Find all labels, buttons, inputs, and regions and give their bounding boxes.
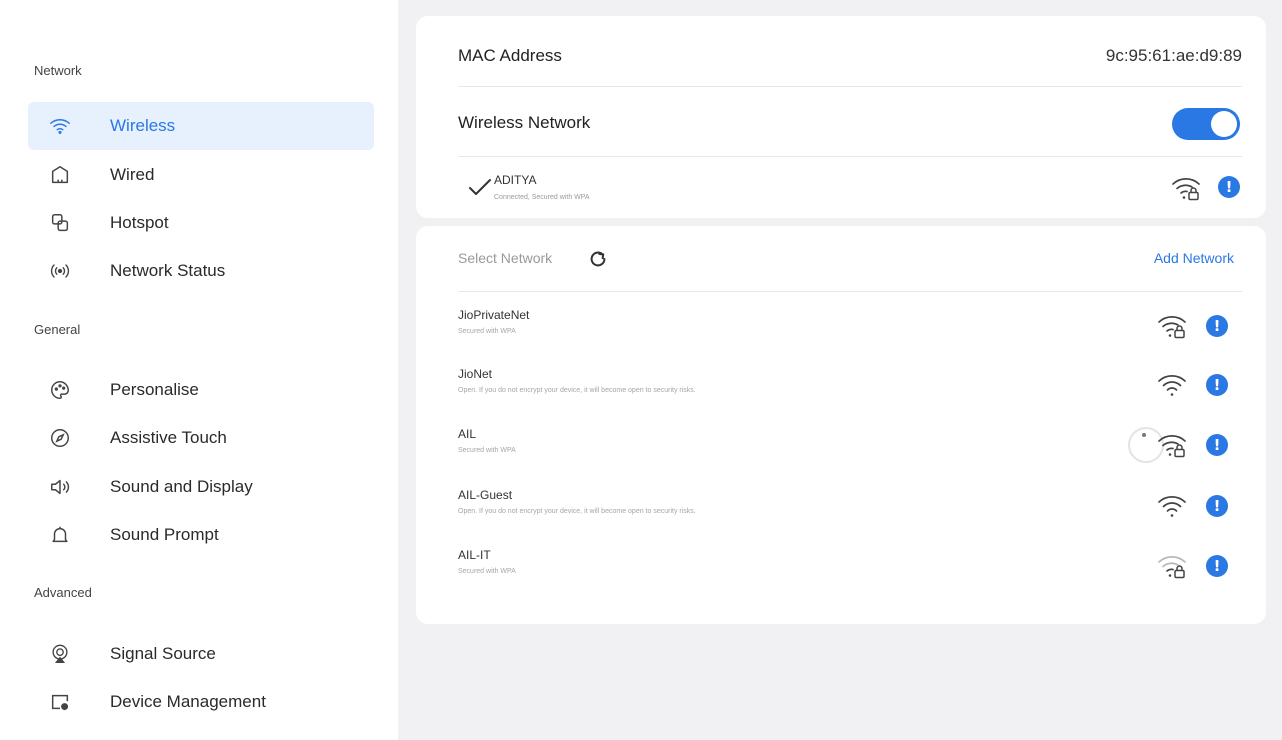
device-management-icon [48,690,72,714]
wireless-network-toggle[interactable] [1172,108,1240,140]
sidebar-item-label: Signal Source [110,644,216,663]
sidebar-item-wireless[interactable]: Wireless [28,102,374,150]
sidebar-item-label: Device Management [110,692,266,711]
select-network-label: Select Network [458,250,553,266]
speaker-icon [48,475,72,499]
section-title-general: General [34,322,81,337]
sidebar-item-label: Sound Prompt [110,525,219,544]
sidebar-item-label: Hotspot [110,213,169,232]
sidebar-item-sound-and-display[interactable]: Sound and Display [28,463,374,511]
sidebar-item-label: Wired [110,165,155,184]
network-row-jioprivatenet[interactable]: JioPrivateNet Secured with WPA ! [416,298,1266,358]
sidebar-item-label: Sound and Display [110,477,253,496]
compass-icon [48,426,72,450]
network-name: AIL [458,427,477,441]
sidebar-item-personalise[interactable]: Personalise [28,366,374,414]
network-row-ail[interactable]: AIL Secured with WPA ! [416,417,1266,477]
wifi-open-icon [1158,496,1186,517]
wireless-network-label: Wireless Network [458,113,591,132]
signal-source-icon [48,642,72,666]
sidebar-item-network-status[interactable]: Network Status [28,247,374,295]
wifi-icon [48,114,72,138]
section-title-network: Network [34,63,82,78]
connected-network-name: ADITYA [494,173,537,187]
sidebar-item-label: Network Status [110,261,226,280]
add-network-button[interactable]: Add Network [1154,250,1234,266]
sidebar-item-label: Personalise [110,380,199,399]
network-security: Open. If you do not encrypt your device,… [458,508,696,515]
network-info-button[interactable]: ! [1206,374,1228,396]
select-network-card: Select Network Add Network JioPrivateNet… [416,226,1266,624]
sidebar-item-sound-prompt[interactable]: Sound Prompt [28,511,374,559]
wifi-secured-icon [1172,178,1200,201]
wifi-secured-icon [1158,316,1186,339]
sidebar-item-label: Wireless [110,116,176,135]
connected-network-status: Connected, Secured with WPA [494,194,590,201]
network-security: Secured with WPA [458,568,516,575]
sidebar-item-signal-source[interactable]: Signal Source [28,630,374,678]
mac-address-label: MAC Address [458,46,562,65]
network-name: AIL-Guest [458,488,513,502]
sidebar-item-label: Assistive Touch [110,428,227,447]
network-row-jionet[interactable]: JioNet Open. If you do not encrypt your … [416,357,1266,417]
sidebar-item-device-management[interactable]: Device Management [28,678,374,726]
broadcast-icon [48,259,72,283]
wifi-open-icon [1158,375,1186,396]
sidebar-item-hotspot[interactable]: Hotspot [28,199,374,247]
network-name: AIL-IT [458,548,491,562]
toggle-knob [1211,111,1237,137]
wireless-status-card: MAC Address 9c:95:61:ae:d9:89 Wireless N… [416,16,1266,218]
wifi-secured-icon [1158,435,1186,458]
connected-network-info-button[interactable]: ! [1218,176,1240,198]
palette-icon [48,378,72,402]
home-icon [48,163,72,187]
bell-icon [48,523,72,547]
network-row-ail-guest[interactable]: AIL-Guest Open. If you do not encrypt yo… [416,478,1266,538]
refresh-icon[interactable] [587,248,609,270]
network-info-button[interactable]: ! [1206,315,1228,337]
sidebar-item-assistive-touch[interactable]: Assistive Touch [28,414,374,462]
check-icon [469,179,491,195]
network-info-button[interactable]: ! [1206,555,1228,577]
hotspot-icon [48,211,72,235]
network-security: Secured with WPA [458,328,516,335]
network-info-button[interactable]: ! [1206,434,1228,456]
network-name: JioNet [458,367,493,381]
section-title-advanced: Advanced [34,585,92,600]
network-row-ail-it[interactable]: AIL-IT Secured with WPA ! [416,538,1266,598]
network-security: Open. If you do not encrypt your device,… [458,387,696,394]
network-security: Secured with WPA [458,447,516,454]
wifi-weak-secured-icon [1158,556,1186,579]
mac-address-value: 9c:95:61:ae:d9:89 [1105,46,1242,65]
divider [458,156,1242,157]
network-info-button[interactable]: ! [1206,495,1228,517]
network-name: JioPrivateNet [458,308,530,322]
sidebar: Network Wireless Wired Hotspot Network S… [0,0,398,740]
sidebar-item-wired[interactable]: Wired [28,151,374,199]
divider [458,86,1242,87]
divider [458,291,1242,292]
